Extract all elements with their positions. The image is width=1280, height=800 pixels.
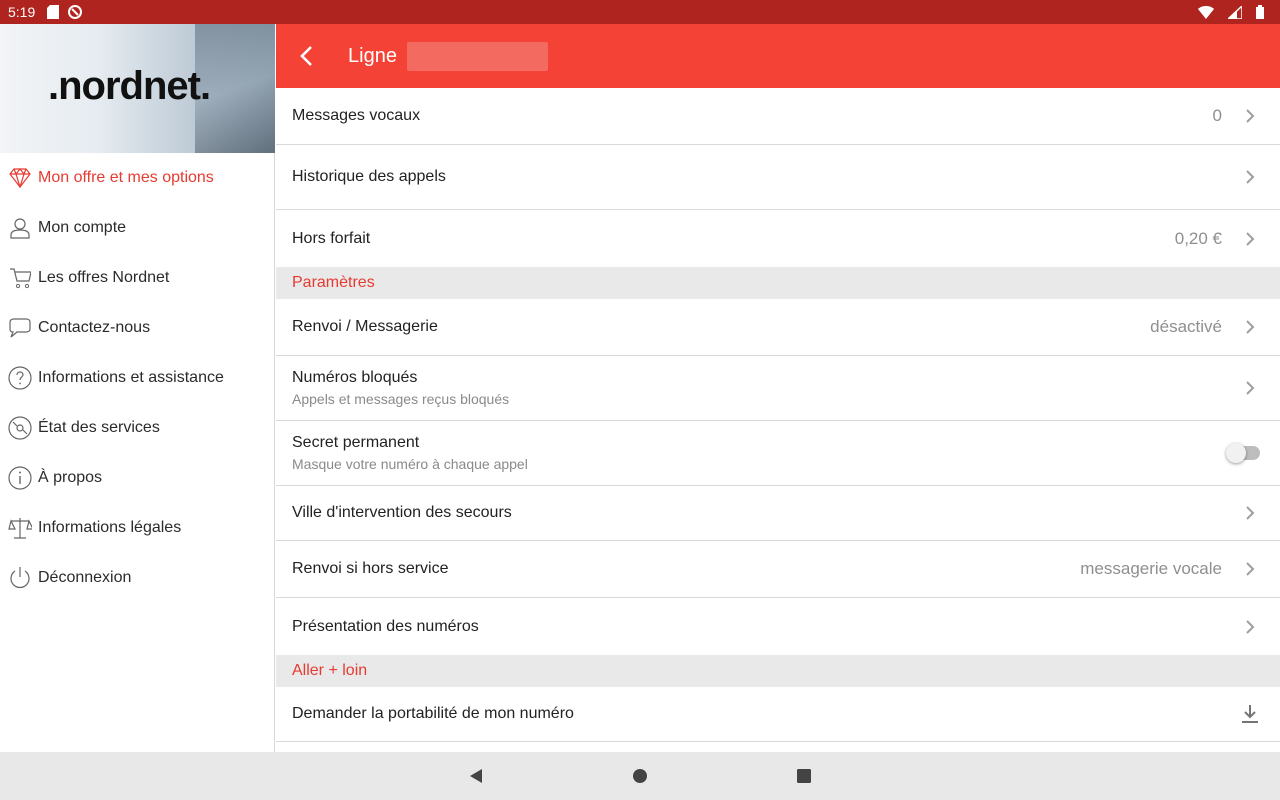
drawer-item-label: Informations légales [38,519,182,536]
chevron-right-icon [1240,503,1260,523]
diamond-icon [8,166,32,190]
sd-card-icon [47,5,60,19]
row-value: 0 [1212,106,1222,125]
drawer-item-label: À propos [38,469,103,486]
drawer-item-les-offres[interactable]: Les offres Nordnet [0,253,274,303]
chevron-right-icon [1240,106,1260,126]
chevron-right-icon [1240,378,1260,398]
chevron-right-icon [1240,617,1260,637]
row-label: Renvoi si hors service [292,560,449,577]
chat-icon [8,316,32,340]
row-renvoi-messagerie[interactable]: Renvoi / Messagerie désactivé [276,299,1280,356]
status-time: 5:19 [8,4,36,20]
drawer-item-deconnexion[interactable]: Déconnexion [0,553,274,603]
row-ville-secours[interactable]: Ville d'intervention des secours [276,486,1280,541]
row-value: messagerie vocale [1080,559,1222,578]
row-label: Demander la portabilité de mon numéro [292,705,574,722]
toggle-knob [1226,443,1246,463]
download-icon [1240,704,1260,724]
navigation-drawer: .nordnet. Mon offre et mes options Mon c… [0,24,275,752]
row-messages-vocaux[interactable]: Messages vocaux 0 [276,88,1280,145]
app-bar: Ligne [276,24,1280,88]
row-subtitle: Appels et messages reçus bloqués [292,391,510,407]
drawer-item-contact[interactable]: Contactez-nous [0,303,274,353]
redacted-line-number [406,41,548,71]
drawer-item-mon-offre[interactable]: Mon offre et mes options [0,153,274,203]
home-icon[interactable] [628,764,652,788]
wifi-icon [1198,5,1214,19]
main-content: Ligne Messages vocaux 0 Historique des a… [276,24,1280,752]
row-label: Messages vocaux [292,107,421,124]
drawer-item-label: Informations et assistance [38,369,224,386]
drawer-item-label: Mon compte [38,219,127,236]
secret-permanent-toggle[interactable] [1226,443,1260,463]
nordnet-logo: .nordnet. [48,64,211,108]
service-status-icon [8,416,32,440]
row-presentation-numeros[interactable]: Présentation des numéros [276,598,1280,655]
row-label: Renvoi / Messagerie [292,318,438,335]
row-label: Hors forfait [292,229,371,247]
info-icon [8,466,32,490]
back-arrow-icon[interactable] [276,24,336,88]
user-icon [8,216,32,240]
page-title: Ligne [348,41,548,71]
drawer-item-label: Mon offre et mes options [38,169,214,186]
cart-icon [8,266,32,290]
drawer-item-label: Contactez-nous [38,319,151,336]
row-label: Historique des appels [292,168,446,185]
chevron-right-icon [1240,167,1260,187]
chevron-right-icon [1240,559,1260,579]
row-label: Numéros bloqués [292,369,418,386]
section-header-aller-plus-loin: Aller + loin [276,655,1280,687]
drawer-item-label: Les offres Nordnet [38,269,170,286]
drawer-menu: Mon offre et mes options Mon compte Les … [0,153,274,603]
drawer-item-legales[interactable]: Informations légales [0,503,274,553]
row-label: Ville d'intervention des secours [292,504,512,521]
row-hors-forfait[interactable]: Hors forfait 0,20 € [276,210,1280,267]
drawer-item-mon-compte[interactable]: Mon compte [0,203,274,253]
status-bar: 5:19 [0,0,1280,24]
recents-icon[interactable] [792,764,816,788]
row-historique-appels[interactable]: Historique des appels [276,145,1280,210]
row-value: 0,20 € [1174,228,1222,248]
drawer-item-label: État des services [38,419,160,436]
section-header-parametres: Paramètres [276,267,1280,299]
sync-icon [67,4,83,20]
row-subtitle: Masque votre numéro à chaque appel [292,456,528,472]
drawer-item-label: Déconnexion [38,569,132,586]
row-secret-permanent: Secret permanent Masque votre numéro à c… [276,421,1280,486]
scale-icon [8,516,32,540]
chevron-right-icon [1240,317,1260,337]
battery-icon [1256,5,1264,19]
help-icon [8,366,32,390]
drawer-item-a-propos[interactable]: À propos [0,453,274,503]
drawer-header: .nordnet. [0,24,275,153]
back-icon[interactable] [464,764,488,788]
drawer-item-etat-services[interactable]: État des services [0,403,274,453]
page-title-text: Ligne [348,44,397,67]
system-nav-bar [0,752,1280,800]
row-renvoi-hors-service[interactable]: Renvoi si hors service messagerie vocale [276,541,1280,598]
row-numeros-bloques[interactable]: Numéros bloqués Appels et messages reçus… [276,356,1280,421]
drawer-item-assistance[interactable]: Informations et assistance [0,353,274,403]
signal-icon [1228,5,1242,19]
power-icon [8,566,32,590]
row-value: désactivé [1150,317,1222,336]
row-portabilite[interactable]: Demander la portabilité de mon numéro [276,687,1280,742]
chevron-right-icon [1240,229,1260,249]
row-label: Secret permanent [292,434,420,451]
row-label: Présentation des numéros [292,617,479,635]
